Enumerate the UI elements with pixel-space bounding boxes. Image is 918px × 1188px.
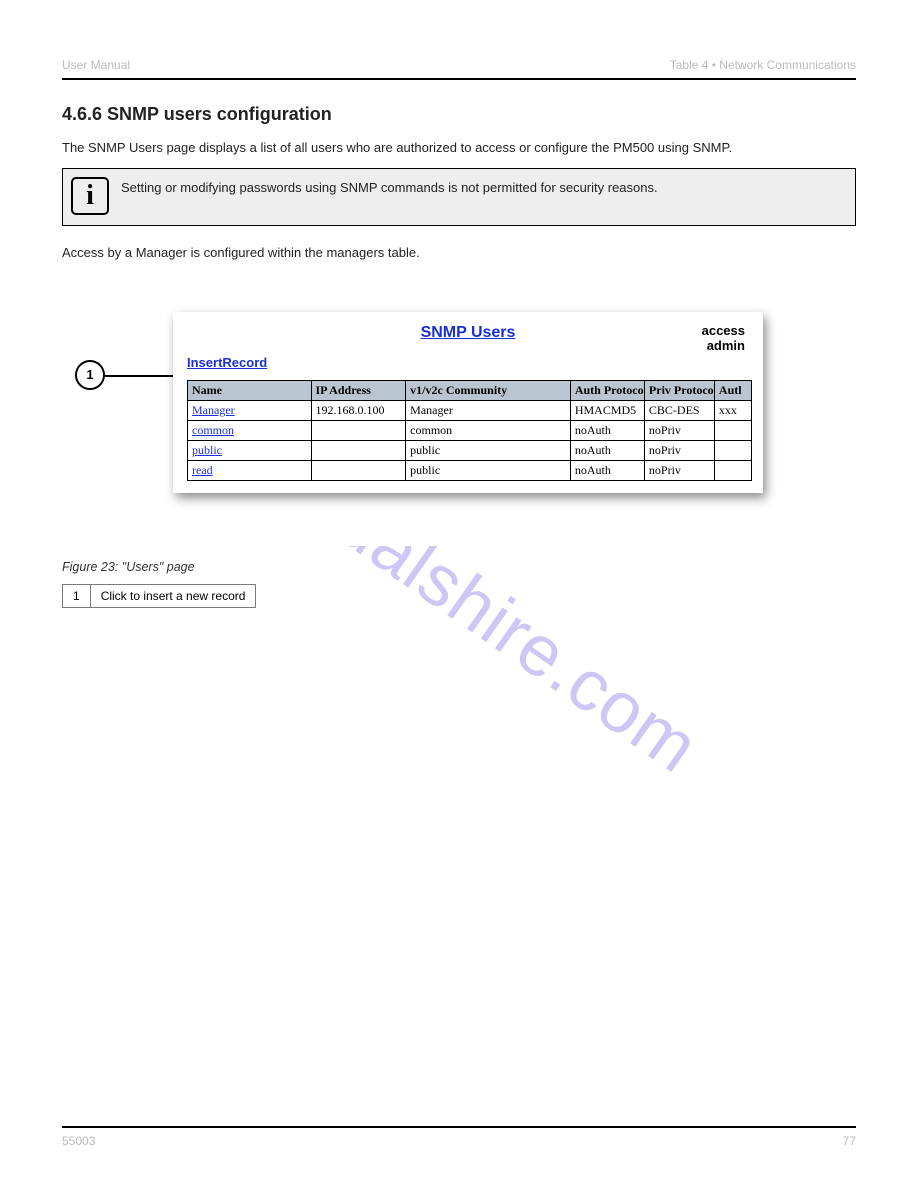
cell-community: common <box>406 420 571 440</box>
access-line1: access <box>702 323 745 338</box>
intro-paragraph: The SNMP Users page displays a list of a… <box>62 139 856 158</box>
callout-text: Click to insert a new record <box>90 584 256 607</box>
info-note-text: Setting or modifying passwords using SNM… <box>121 177 658 197</box>
cell-community: public <box>406 460 571 480</box>
callout-row: 1 Click to insert a new record <box>63 584 256 607</box>
cell-authk <box>714 420 751 440</box>
figure-container: 1 SNMP Users access admin InsertRecord N… <box>62 293 856 546</box>
cell-auth: noAuth <box>570 420 644 440</box>
page-header: User Manual Table 4 • Network Communicat… <box>62 58 856 72</box>
cell-priv: noPriv <box>644 440 714 460</box>
insert-record-row: InsertRecord <box>173 348 763 376</box>
info-note-box: i Setting or modifying passwords using S… <box>62 168 856 226</box>
cell-auth: noAuth <box>570 460 644 480</box>
th-name: Name <box>188 380 312 400</box>
cell-ip <box>311 420 406 440</box>
th-authkey: Autl <box>714 380 751 400</box>
manager-sentence: Access by a Manager is configured within… <box>62 244 856 263</box>
table-row: Manager 192.168.0.100 Manager HMACMD5 CB… <box>188 400 752 420</box>
cell-auth: noAuth <box>570 440 644 460</box>
cell-ip: 192.168.0.100 <box>311 400 406 420</box>
screenshot-header: SNMP Users access admin <box>173 322 763 348</box>
user-link-public[interactable]: public <box>192 443 222 457</box>
callouts-legend-table: 1 Click to insert a new record <box>62 584 256 608</box>
table-row: read public noAuth noPriv <box>188 460 752 480</box>
info-icon: i <box>71 177 109 215</box>
cell-priv: noPriv <box>644 460 714 480</box>
user-link-common[interactable]: common <box>192 423 234 437</box>
cell-authk: xxx <box>714 400 751 420</box>
cell-priv: noPriv <box>644 420 714 440</box>
section-title: 4.6.6 SNMP users configuration <box>62 104 856 125</box>
cell-authk <box>714 460 751 480</box>
snmp-users-screenshot: SNMP Users access admin InsertRecord Nam… <box>173 312 763 493</box>
cell-community: Manager <box>406 400 571 420</box>
user-link-manager[interactable]: Manager <box>192 403 235 417</box>
callout-bubble-1: 1 <box>75 360 105 390</box>
th-community: v1/v2c Community <box>406 380 571 400</box>
header-right: Table 4 • Network Communications <box>670 58 856 72</box>
th-priv-proto: Priv Protocol <box>644 380 714 400</box>
th-ip: IP Address <box>311 380 406 400</box>
header-rule <box>62 78 856 80</box>
callout-num: 1 <box>63 584 91 607</box>
page-footer: 55003 77 <box>62 1126 856 1148</box>
header-left: User Manual <box>62 58 130 72</box>
footer-right: 77 <box>843 1134 856 1148</box>
footer-rule <box>62 1126 856 1128</box>
snmp-users-table: Name IP Address v1/v2c Community Auth Pr… <box>187 380 752 481</box>
cell-ip <box>311 440 406 460</box>
cell-authk <box>714 440 751 460</box>
user-link-read[interactable]: read <box>192 463 213 477</box>
snmp-users-title-link[interactable]: SNMP Users <box>421 324 516 342</box>
cell-priv: CBC-DES <box>644 400 714 420</box>
cell-community: public <box>406 440 571 460</box>
th-auth-proto: Auth Protocol <box>570 380 644 400</box>
table-row: common common noAuth noPriv <box>188 420 752 440</box>
figure-caption: Figure 23: "Users" page <box>62 560 856 574</box>
cell-ip <box>311 460 406 480</box>
footer-left: 55003 <box>62 1134 95 1148</box>
access-line2: admin <box>707 338 745 353</box>
access-label: access admin <box>702 324 745 354</box>
table-header-row: Name IP Address v1/v2c Community Auth Pr… <box>188 380 752 400</box>
cell-auth: HMACMD5 <box>570 400 644 420</box>
insert-record-link[interactable]: InsertRecord <box>187 355 267 370</box>
table-row: public public noAuth noPriv <box>188 440 752 460</box>
